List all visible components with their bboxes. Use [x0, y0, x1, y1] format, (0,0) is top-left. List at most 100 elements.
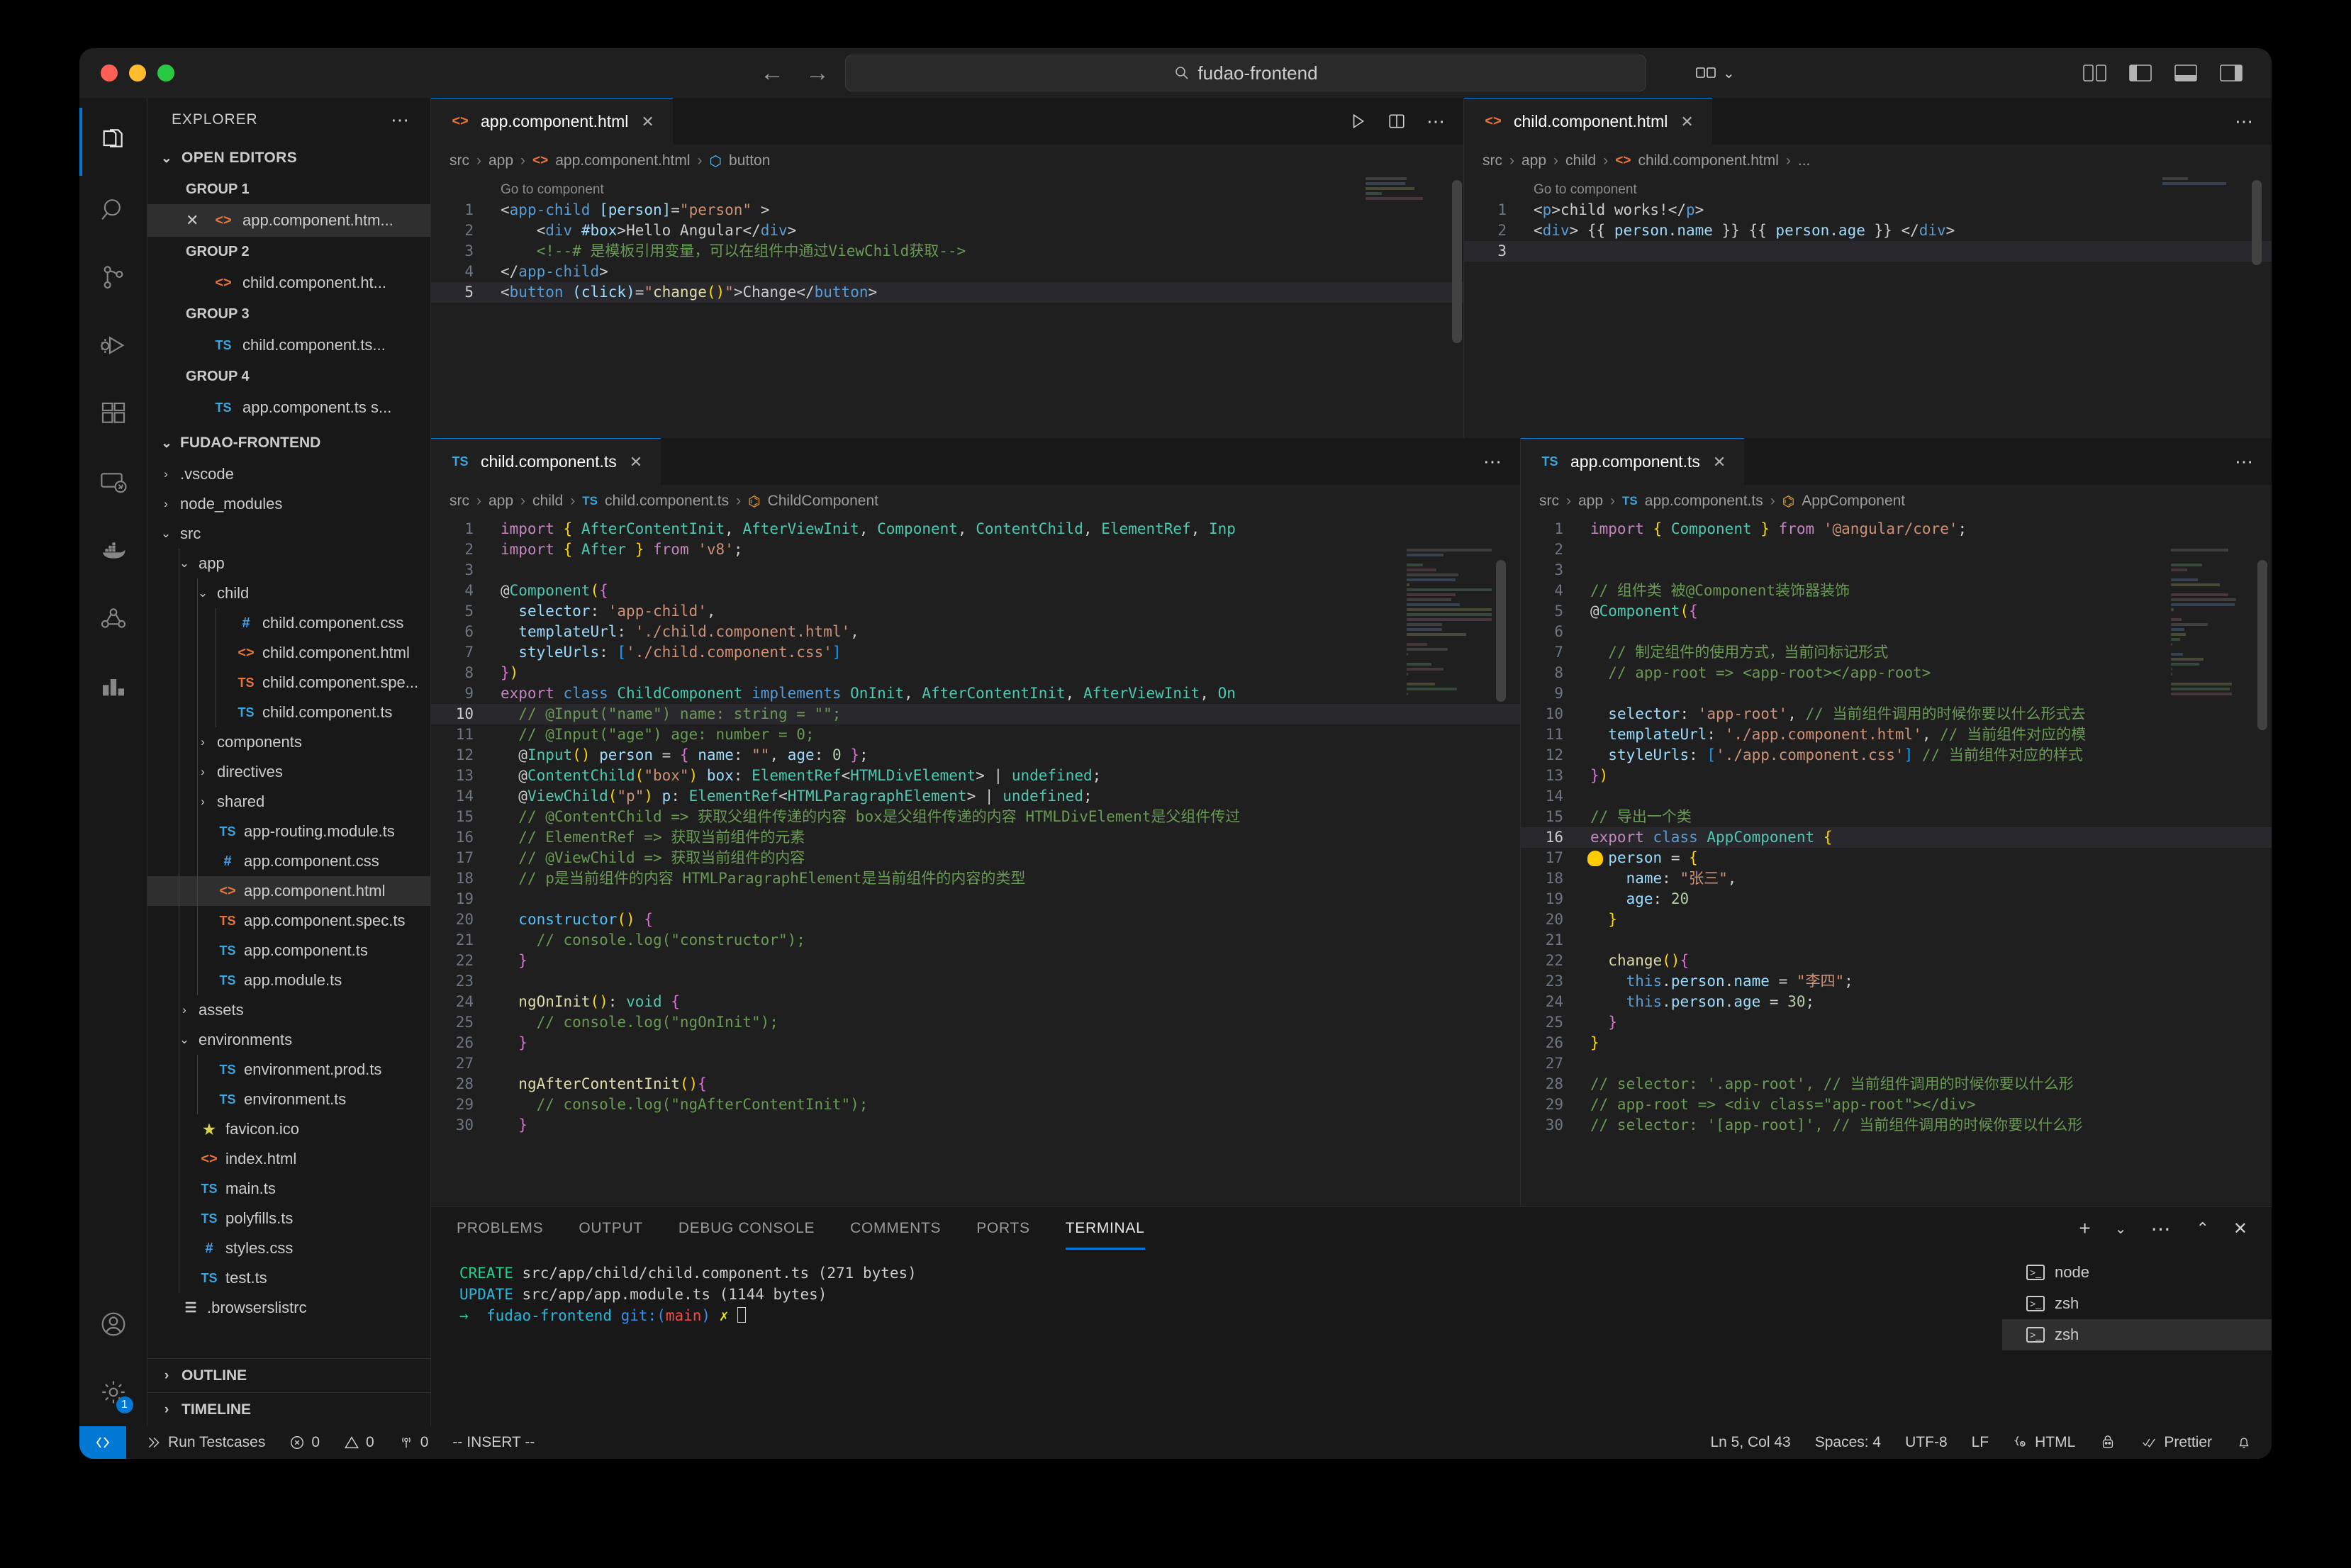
split-editor-icon[interactable]	[1387, 112, 1407, 130]
panel-tab-comments[interactable]: COMMENTS	[850, 1207, 941, 1250]
terminal-list-item-zsh-2[interactable]: >_ zsh	[2002, 1319, 2272, 1350]
tree-item-directives[interactable]: ›directives	[147, 757, 430, 787]
open-editor-app-component-ts[interactable]: TS app.component.ts s...	[147, 391, 430, 424]
codelens-go-to-component[interactable]: Go to component	[1464, 179, 2272, 200]
codelens-go-to-component[interactable]: Go to component	[431, 179, 1463, 200]
breadcrumb-item[interactable]: AppComponent	[1802, 493, 1905, 510]
run-icon[interactable]	[1348, 112, 1367, 130]
close-window-button[interactable]	[101, 65, 118, 82]
activity-item-search[interactable]	[79, 176, 147, 244]
tree-item-src[interactable]: ⌄src	[147, 519, 430, 549]
chevron-down-icon[interactable]: ⌄	[2115, 1220, 2127, 1238]
chevron-right-icon[interactable]: ›	[157, 497, 174, 511]
activity-item-explorer[interactable]	[79, 108, 147, 176]
breadcrumb-item[interactable]: ChildComponent	[768, 493, 878, 510]
code-editor-app-component-ts[interactable]: 1import { Component } from '@angular/cor…	[1521, 517, 2272, 1206]
tree-item-environment-ts[interactable]: TSenvironment.ts	[147, 1085, 430, 1114]
remote-indicator[interactable]: ⌄	[1696, 65, 1735, 82]
breadcrumb-item[interactable]: child.component.ts	[605, 493, 729, 510]
more-icon[interactable]: ⋯	[1483, 451, 1503, 473]
code-editor-child-component-html[interactable]: Go to component 1<p>child works!</p> 2<d…	[1464, 177, 2272, 438]
open-editor-child-component-ts[interactable]: TS child.component.ts...	[147, 329, 430, 362]
tree-item-environment-prod-ts[interactable]: TSenvironment.prod.ts	[147, 1055, 430, 1085]
tree-item-shared[interactable]: ›shared	[147, 787, 430, 817]
navigation-arrows[interactable]: ← →	[760, 61, 830, 85]
status-encoding[interactable]: UTF-8	[1905, 1434, 1948, 1451]
remote-host-button[interactable]	[79, 1426, 126, 1459]
tree-item-app-component-spec-ts[interactable]: TSapp.component.spec.ts	[147, 906, 430, 936]
editor-actions[interactable]: ⋯	[1483, 438, 1503, 485]
code-editor-app-component-html[interactable]: Go to component 1<app-child [person]="pe…	[431, 177, 1463, 438]
toggle-primary-sidebar-icon[interactable]	[2128, 63, 2152, 83]
activity-item-run-and-debug[interactable]	[79, 312, 147, 380]
navigate-forward-icon[interactable]: →	[805, 61, 830, 85]
tab-app-component-html[interactable]: <> app.component.html ✕	[431, 98, 673, 145]
terminal-list-item-zsh-1[interactable]: >_ zsh	[2002, 1288, 2272, 1319]
panel-actions[interactable]: + ⌄ ⋯ ⌃ ✕	[2079, 1217, 2247, 1241]
tree-item-app-module-ts[interactable]: TSapp.module.ts	[147, 965, 430, 995]
chevron-down-icon[interactable]: ⌄	[157, 527, 174, 541]
close-icon[interactable]: ✕	[1680, 113, 1693, 131]
activity-item-docker[interactable]	[79, 516, 147, 584]
more-icon[interactable]: ⋯	[2235, 111, 2255, 133]
breadcrumb[interactable]: src › app › child › TS child.component.t…	[431, 485, 1520, 517]
close-icon[interactable]: ✕	[1713, 453, 1726, 471]
close-icon[interactable]: ✕	[186, 211, 204, 230]
breadcrumb-item[interactable]: ...	[1798, 152, 1811, 169]
breadcrumb[interactable]: src › app › TS app.component.ts › ⌬ AppC…	[1521, 485, 2272, 517]
tab-child-component-html[interactable]: <> child.component.html ✕	[1464, 98, 1712, 145]
tree-item-child[interactable]: ⌄child	[147, 578, 430, 608]
tree-item-assets[interactable]: ›assets	[147, 995, 430, 1025]
sidebar-more-icon[interactable]: ⋯	[391, 109, 411, 131]
activity-item-testing[interactable]	[79, 652, 147, 720]
add-terminal-icon[interactable]: +	[2079, 1217, 2090, 1240]
maximize-panel-icon[interactable]: ⌃	[2196, 1219, 2208, 1238]
terminal-output[interactable]: CREATE src/app/child/child.component.ts …	[431, 1250, 2002, 1426]
status-prettier[interactable]: Prettier	[2140, 1434, 2212, 1451]
vertical-scrollbar[interactable]	[1452, 180, 1462, 343]
tree-item-app-component-css[interactable]: #app.component.css	[147, 846, 430, 876]
editor-actions[interactable]: ⋯	[1348, 98, 1446, 145]
tree-item-favicon-ico[interactable]: ★favicon.ico	[147, 1114, 430, 1144]
panel-tab-problems[interactable]: PROBLEMS	[457, 1207, 543, 1250]
toggle-panel-icon[interactable]	[2174, 63, 2198, 83]
tree-item-test-ts[interactable]: TStest.ts	[147, 1263, 430, 1293]
status-errors[interactable]: 0	[289, 1434, 320, 1451]
open-editor-child-component-html[interactable]: <> child.component.ht...	[147, 267, 430, 299]
panel-tab-terminal[interactable]: TERMINAL	[1066, 1207, 1145, 1250]
more-icon[interactable]: ⋯	[2235, 451, 2255, 473]
code-editor-child-component-ts[interactable]: 1import { AfterContentInit, AfterViewIni…	[431, 517, 1520, 1206]
panel-tab-output[interactable]: OUTPUT	[579, 1207, 643, 1250]
terminal-list-item-node[interactable]: >_ node	[2002, 1257, 2272, 1288]
maximize-window-button[interactable]	[157, 65, 174, 82]
breadcrumb-item[interactable]: src	[449, 152, 469, 169]
status-language-mode[interactable]: HTML	[2013, 1434, 2075, 1451]
tab-child-component-ts[interactable]: TS child.component.ts ✕	[431, 438, 661, 485]
activity-item-kubernetes[interactable]	[79, 584, 147, 652]
layout-controls[interactable]	[2083, 63, 2243, 83]
breadcrumb[interactable]: src › app › child › <> child.component.h…	[1464, 145, 2272, 177]
command-center-search[interactable]: fudao-frontend	[845, 55, 1646, 91]
tree-item--browserslistrc[interactable]: ☰.browserslistrc	[147, 1293, 430, 1323]
tree-item-app-component-html[interactable]: <>app.component.html	[147, 876, 430, 906]
more-icon[interactable]: ⋯	[1426, 111, 1446, 133]
activity-item-source-control[interactable]	[79, 244, 147, 312]
toggle-secondary-sidebar-icon[interactable]	[2219, 63, 2243, 83]
tree-item-environments[interactable]: ⌄environments	[147, 1025, 430, 1055]
tree-item-polyfills-ts[interactable]: TSpolyfills.ts	[147, 1204, 430, 1233]
chevron-right-icon[interactable]: ›	[157, 467, 174, 481]
status-eol[interactable]: LF	[1972, 1434, 1989, 1451]
window-controls[interactable]	[79, 65, 174, 82]
project-root-header[interactable]: ⌄ FUDAO-FRONTEND	[147, 427, 430, 459]
breadcrumb-item[interactable]: app	[1521, 152, 1546, 169]
status-tabnine[interactable]	[2099, 1435, 2116, 1450]
tree-item-index-html[interactable]: <>index.html	[147, 1144, 430, 1174]
activity-item-accounts[interactable]	[79, 1290, 147, 1358]
panel-tab-debug-console[interactable]: DEBUG CONSOLE	[679, 1207, 815, 1250]
activity-item-extensions[interactable]	[79, 380, 147, 448]
open-editor-app-component-html[interactable]: ✕ <> app.component.htm...	[147, 204, 430, 237]
close-panel-icon[interactable]: ✕	[2233, 1219, 2247, 1239]
breadcrumb-item[interactable]: app.component.html	[555, 152, 690, 169]
breadcrumb-item[interactable]: src	[1482, 152, 1502, 169]
vertical-scrollbar[interactable]	[2252, 180, 2262, 265]
